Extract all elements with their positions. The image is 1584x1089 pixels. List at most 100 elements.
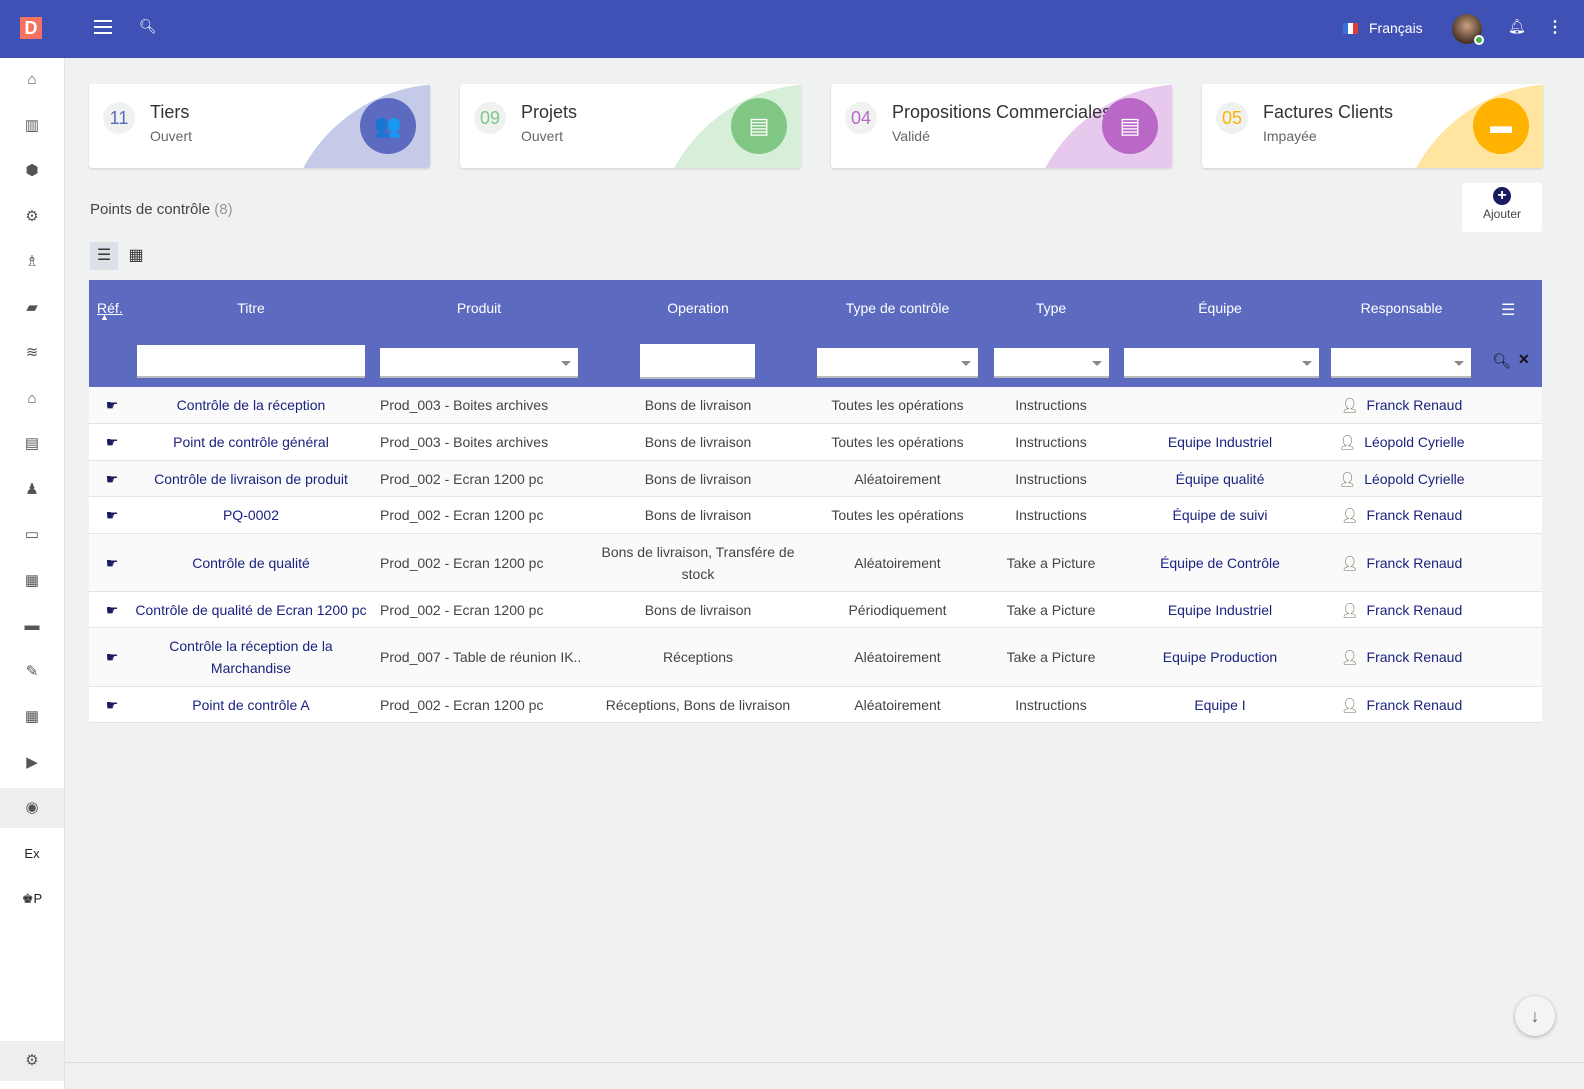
grid-view-button[interactable]: ▦ [122, 242, 150, 270]
column-equipe[interactable]: Équipe [1112, 300, 1328, 316]
table-row[interactable]: ☛ Contrôle de qualité Prod_002 - Ecran 1… [89, 534, 1542, 592]
sidebar-item-18-icon[interactable]: ♚P [0, 879, 64, 919]
sidebar-item-17-icon[interactable]: Ex [0, 834, 64, 874]
summary-card-1[interactable]: 09 Projets Ouvert ▤ [460, 84, 801, 168]
sidebar-item-15-icon[interactable]: ▶ [0, 743, 64, 783]
add-button[interactable]: + Ajouter [1462, 183, 1542, 232]
sidebar-item-14-icon[interactable]: ▦ [0, 697, 64, 737]
menu-icon[interactable] [94, 20, 112, 34]
table-row[interactable]: ☛ Contrôle de qualité de Ecran 1200 pc P… [89, 592, 1542, 628]
cell-responsable[interactable]: 👤︎ Franck Renaud [1328, 387, 1475, 423]
pointing-hand-icon[interactable]: ☛ [89, 461, 135, 496]
equipe-filter-select[interactable] [1124, 348, 1319, 378]
cell-equipe[interactable] [1112, 387, 1328, 423]
pointing-hand-icon[interactable]: ☛ [89, 687, 135, 722]
cell-responsable[interactable]: 👤︎ Léopold Cyrielle [1328, 424, 1475, 460]
sidebar-item-6-icon[interactable]: ≋ [0, 333, 64, 373]
sidebar-item-3-icon[interactable]: ⚙ [0, 197, 64, 237]
column-titre[interactable]: Titre [135, 300, 367, 316]
pointing-hand-icon[interactable]: ☛ [89, 628, 135, 686]
sidebar-item-1-icon[interactable]: ▥ [0, 106, 64, 146]
cell-equipe[interactable]: Équipe de suivi [1112, 497, 1328, 533]
sidebar-item-5-icon[interactable]: ▰ [0, 288, 64, 328]
sidebar-item-12-icon[interactable]: ▬ [0, 606, 64, 646]
type-filter-select[interactable] [994, 348, 1109, 378]
type-controle-filter-select[interactable] [817, 348, 978, 378]
user-avatar[interactable] [1452, 14, 1484, 45]
cell-titre[interactable]: Contrôle de livraison de produit [135, 461, 367, 496]
table-row[interactable]: ☛ Contrôle de livraison de produit Prod_… [89, 461, 1542, 497]
pointing-hand-icon[interactable]: ☛ [89, 424, 135, 460]
responsable-name[interactable]: Franck Renaud [1367, 646, 1463, 668]
cell-equipe[interactable]: Equipe Industriel [1112, 424, 1328, 460]
language-selector[interactable]: Français [1369, 20, 1423, 36]
summary-card-0[interactable]: 11 Tiers Ouvert 👥 [89, 84, 430, 168]
sidebar-item-4-icon[interactable]: ♗ [0, 242, 64, 282]
pointing-hand-icon[interactable]: ☛ [89, 387, 135, 423]
cell-responsable[interactable]: 👤︎ Franck Renaud [1328, 592, 1475, 627]
cell-responsable[interactable]: 👤︎ Franck Renaud [1328, 534, 1475, 591]
column-type-controle[interactable]: Type de contrôle [805, 300, 990, 316]
responsable-name[interactable]: Franck Renaud [1367, 552, 1463, 574]
column-operation[interactable]: Operation [590, 300, 806, 316]
responsable-filter-select[interactable] [1331, 348, 1471, 378]
responsable-name[interactable]: Léopold Cyrielle [1364, 468, 1464, 490]
column-responsable[interactable]: Responsable [1328, 300, 1475, 316]
produit-filter-select[interactable] [380, 348, 578, 378]
column-produit[interactable]: Produit [367, 300, 591, 316]
more-vertical-icon[interactable]: ⋮ [1547, 17, 1563, 37]
sidebar-item-7-icon[interactable]: ⌂ [0, 379, 64, 419]
scroll-down-button[interactable]: ↓ [1515, 996, 1555, 1036]
cell-equipe[interactable]: Equipe Industriel [1112, 592, 1328, 627]
table-row[interactable]: ☛ Contrôle la réception de la Marchandis… [89, 628, 1542, 687]
sidebar-item-13-icon[interactable]: ✎ [0, 652, 64, 692]
summary-card-2[interactable]: 04 Propositions Commerciales Validé ▤ [831, 84, 1172, 168]
table-row[interactable]: ☛ Contrôle de la réception Prod_003 - Bo… [89, 387, 1542, 424]
responsable-name[interactable]: Franck Renaud [1367, 599, 1463, 621]
app-logo[interactable]: D [20, 17, 42, 39]
operation-filter-input[interactable] [640, 344, 755, 379]
column-type[interactable]: Type [990, 300, 1112, 316]
responsable-name[interactable]: Franck Renaud [1367, 394, 1463, 416]
bell-icon[interactable]: 🔔︎ [1508, 18, 1526, 35]
cell-titre[interactable]: Contrôle de qualité de Ecran 1200 pc [135, 592, 367, 627]
cell-responsable[interactable]: 👤︎ Franck Renaud [1328, 497, 1475, 533]
cell-titre[interactable]: Contrôle la réception de la Marchandise [135, 628, 367, 686]
cell-equipe[interactable]: Équipe de Contrôle [1112, 534, 1328, 591]
sidebar-item-10-icon[interactable]: ▭ [0, 515, 64, 555]
column-selector-icon[interactable]: ☰ [1501, 300, 1515, 320]
sidebar-item-9-icon[interactable]: ♟ [0, 470, 64, 510]
table-row[interactable]: ☛ Point de contrôle général Prod_003 - B… [89, 424, 1542, 461]
settings-icon[interactable]: ⚙ [0, 1041, 64, 1081]
cell-equipe[interactable]: Equipe I [1112, 687, 1328, 722]
table-row[interactable]: ☛ Point de contrôle A Prod_002 - Ecran 1… [89, 687, 1542, 723]
sidebar-item-2-icon[interactable]: ⬢ [0, 151, 64, 191]
pointing-hand-icon[interactable]: ☛ [89, 497, 135, 533]
summary-card-3[interactable]: 05 Factures Clients Impayée ▬ [1202, 84, 1543, 168]
cell-responsable[interactable]: 👤︎ Franck Renaud [1328, 687, 1475, 722]
cell-titre[interactable]: PQ-0002 [135, 497, 367, 533]
cell-equipe[interactable]: Equipe Production [1112, 628, 1328, 686]
sidebar-item-16-icon[interactable]: ◉ [0, 788, 64, 828]
pointing-hand-icon[interactable]: ☛ [89, 534, 135, 591]
responsable-name[interactable]: Léopold Cyrielle [1364, 431, 1464, 453]
pointing-hand-icon[interactable]: ☛ [89, 592, 135, 627]
search-icon[interactable]: 🔍︎ [139, 18, 157, 35]
cell-responsable[interactable]: 👤︎ Léopold Cyrielle [1328, 461, 1475, 496]
list-view-button[interactable]: ☰ [90, 242, 118, 270]
cell-titre[interactable]: Contrôle de la réception [135, 387, 367, 423]
search-filter-icon[interactable]: 🔍︎ [1492, 352, 1511, 370]
sidebar-item-0-icon[interactable]: ⌂ [0, 60, 64, 100]
french-flag-icon[interactable] [1343, 23, 1358, 34]
sort-asc-icon[interactable]: ▲ [100, 312, 109, 322]
responsable-name[interactable]: Franck Renaud [1367, 694, 1463, 716]
sidebar-item-8-icon[interactable]: ▤ [0, 424, 64, 464]
cell-equipe[interactable]: Équipe qualité [1112, 461, 1328, 496]
table-row[interactable]: ☛ PQ-0002 Prod_002 - Ecran 1200 pc Bons … [89, 497, 1542, 534]
cell-titre[interactable]: Point de contrôle général [135, 424, 367, 460]
cell-titre[interactable]: Contrôle de qualité [135, 534, 367, 591]
titre-filter-input[interactable] [137, 345, 365, 378]
cell-responsable[interactable]: 👤︎ Franck Renaud [1328, 628, 1475, 686]
responsable-name[interactable]: Franck Renaud [1367, 504, 1463, 526]
cell-titre[interactable]: Point de contrôle A [135, 687, 367, 722]
